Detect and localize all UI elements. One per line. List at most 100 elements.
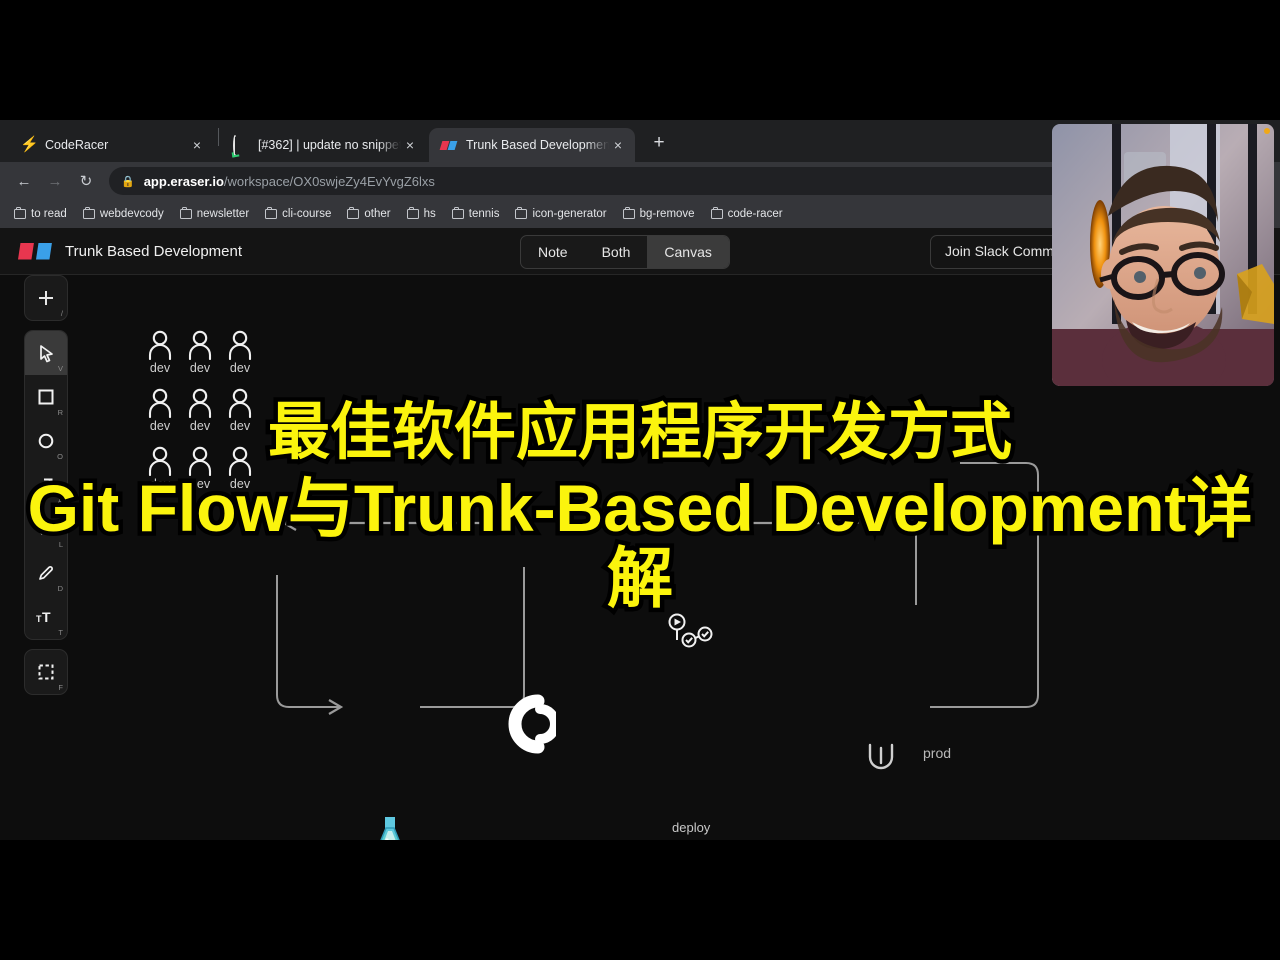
shortcut-hint: A bbox=[57, 496, 63, 505]
bookmark-tennis[interactable]: tennis bbox=[446, 205, 506, 223]
dev-label: dev bbox=[149, 361, 171, 375]
flask-icon bbox=[380, 817, 400, 840]
webcam-feed bbox=[1052, 124, 1274, 386]
dev-node[interactable]: dev bbox=[180, 446, 220, 491]
bookmark-label: hs bbox=[423, 208, 436, 220]
folder-icon bbox=[14, 206, 26, 219]
dev-node[interactable]: dev bbox=[140, 330, 180, 375]
ci-cd-pipeline-icon[interactable] bbox=[665, 613, 713, 649]
bookmark-icon-generator[interactable]: icon-generator bbox=[509, 205, 612, 223]
git-trunk-icon[interactable] bbox=[498, 693, 556, 755]
line-tool-button[interactable]: L bbox=[25, 507, 67, 551]
browser-tab-github-pr[interactable]: [#362] | update no snippet me × bbox=[221, 128, 427, 162]
folder-icon bbox=[622, 206, 635, 219]
add-tool-button[interactable]: / bbox=[25, 276, 67, 320]
prod-label: prod bbox=[923, 745, 952, 761]
eraser-logo-icon bbox=[439, 137, 458, 153]
tab-canvas[interactable]: Canvas bbox=[647, 236, 729, 268]
new-tab-button[interactable]: + bbox=[645, 130, 673, 158]
dev-label: dev bbox=[149, 419, 171, 433]
canvas-toolbar: / V R O A L D T T T F bbox=[24, 275, 68, 704]
bookmark-label: newsletter bbox=[196, 208, 250, 220]
folder-icon bbox=[265, 206, 278, 219]
person-icon bbox=[228, 388, 252, 418]
text-icon: TT bbox=[36, 609, 51, 625]
webcam-overlay[interactable] bbox=[1052, 124, 1274, 386]
document-title[interactable]: Trunk Based Development bbox=[65, 243, 242, 260]
frame-tool-button[interactable]: F bbox=[25, 650, 67, 694]
bookmark-hs[interactable]: hs bbox=[401, 205, 442, 223]
tab-both[interactable]: Both bbox=[585, 236, 648, 268]
url-path: /workspace/OX0swjeZy4EvYvgZ6lxs bbox=[223, 173, 435, 189]
select-tool-button[interactable]: V bbox=[25, 331, 67, 375]
toolbar-group-add: / bbox=[24, 275, 68, 321]
plus-icon bbox=[39, 291, 53, 305]
person-icon bbox=[148, 388, 172, 418]
dev-node[interactable]: dev bbox=[220, 446, 260, 491]
line-icon bbox=[40, 523, 52, 535]
bookmark-label: code-racer bbox=[727, 208, 783, 220]
tab-title: CodeRacer bbox=[45, 138, 109, 152]
bookmark-cli-course[interactable]: cli-course bbox=[259, 205, 337, 223]
bookmark-code-racer[interactable]: code-racer bbox=[705, 205, 789, 223]
bookmark-newsletter[interactable]: newsletter bbox=[174, 205, 255, 223]
view-mode-switch: Note Both Canvas bbox=[520, 235, 730, 269]
bookmark-to-read[interactable]: to read bbox=[8, 205, 73, 223]
tab-close-button[interactable]: × bbox=[188, 136, 206, 154]
dev-node[interactable]: dev bbox=[180, 388, 220, 433]
tab-close-button[interactable]: × bbox=[401, 136, 419, 154]
shortcut-hint: / bbox=[60, 309, 63, 318]
bookmark-other[interactable]: other bbox=[341, 205, 396, 223]
dev-node[interactable]: dev bbox=[140, 388, 180, 433]
ellipse-tool-button[interactable]: O bbox=[25, 419, 67, 463]
forward-icon[interactable]: → bbox=[41, 167, 69, 195]
dev-label: dev bbox=[189, 361, 211, 375]
back-icon[interactable]: ← bbox=[10, 167, 38, 195]
draw-tool-button[interactable]: D bbox=[25, 551, 67, 595]
dev-label: dev bbox=[189, 419, 211, 433]
reload-icon[interactable]: ↻ bbox=[72, 167, 100, 195]
dev-label: dev bbox=[229, 361, 251, 375]
shortcut-hint: L bbox=[58, 540, 63, 549]
deployment-note: time to deployment should be low bbox=[614, 837, 741, 840]
folder-icon bbox=[710, 206, 723, 219]
shortcut-hint: V bbox=[57, 364, 63, 373]
bookmark-label: bg-remove bbox=[639, 208, 695, 220]
folder-icon bbox=[451, 206, 464, 219]
cursor-icon bbox=[39, 344, 53, 362]
screen: ⚡ CodeRacer × [#362] | update no snippet… bbox=[0, 0, 1280, 960]
browser-tab-coderacer[interactable]: ⚡ CodeRacer × bbox=[8, 128, 214, 162]
rectangle-tool-button[interactable]: R bbox=[25, 375, 67, 419]
shortcut-hint: O bbox=[57, 452, 63, 461]
browser-tab-eraser[interactable]: Trunk Based Development — E × bbox=[429, 128, 635, 162]
bookmark-label: tennis bbox=[468, 208, 500, 220]
bookmark-label: other bbox=[364, 208, 391, 220]
shield-icon[interactable] bbox=[866, 741, 896, 773]
circle-icon bbox=[38, 433, 54, 449]
dev-node[interactable]: dev bbox=[140, 446, 180, 491]
arrow-icon bbox=[39, 478, 53, 492]
tab-note[interactable]: Note bbox=[521, 236, 585, 268]
shortcut-hint: R bbox=[57, 408, 63, 417]
dev-label: dev bbox=[149, 477, 171, 491]
bookmark-webdevcody[interactable]: webdevcody bbox=[77, 205, 170, 223]
github-check-icon bbox=[233, 135, 249, 156]
person-icon bbox=[148, 446, 172, 476]
dev-node[interactable]: dev bbox=[220, 330, 260, 375]
tab-title: [#362] | update no snippet me bbox=[258, 138, 401, 152]
dev-node[interactable]: dev bbox=[180, 330, 220, 375]
unit-tests-node[interactable]: unit tests bbox=[330, 815, 450, 840]
person-icon bbox=[228, 330, 252, 360]
bookmark-label: cli-course bbox=[282, 208, 332, 220]
bookmark-bg-remove[interactable]: bg-remove bbox=[617, 205, 701, 223]
text-tool-button[interactable]: TT T bbox=[25, 595, 67, 639]
folder-icon bbox=[406, 206, 419, 219]
dev-label: dev bbox=[229, 419, 251, 433]
folder-icon bbox=[515, 206, 528, 219]
tab-close-button[interactable]: × bbox=[609, 136, 627, 154]
arrow-tool-button[interactable]: A bbox=[25, 463, 67, 507]
eraser-logo-icon[interactable] bbox=[18, 242, 52, 260]
shortcut-hint: T bbox=[58, 628, 63, 637]
svg-text:T: T bbox=[42, 609, 51, 625]
dev-node[interactable]: dev bbox=[220, 388, 260, 433]
